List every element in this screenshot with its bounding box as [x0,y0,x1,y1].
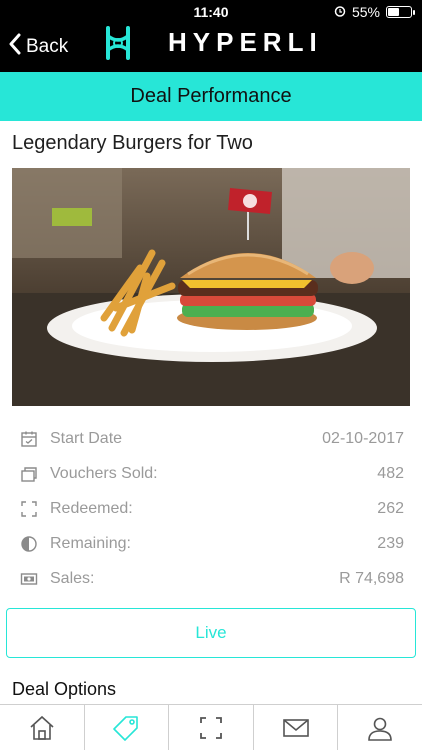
battery-percent: 55% [351,4,380,20]
back-button[interactable]: Back [8,33,68,61]
tab-profile[interactable] [337,705,422,750]
hyperli-logo-icon [100,24,136,62]
vouchers-icon [21,466,37,482]
page-banner: Deal Performance [0,72,422,121]
brand-name: HYPERLI [168,27,323,57]
stat-label: Remaining: [50,534,131,552]
pie-icon [21,535,37,552]
tab-bar [0,704,422,750]
stat-value: 02-10-2017 [322,429,404,447]
tag-icon [113,715,139,741]
tab-messages[interactable] [252,705,338,750]
home-icon [30,715,54,740]
deal-title: Legendary Burgers for Two [12,132,253,154]
status-right: 55% [334,4,415,20]
tab-deals[interactable] [83,705,169,750]
deal-image [12,168,410,406]
cash-icon [20,572,38,585]
stat-value: R 74,698 [339,569,404,587]
stat-start-date: Start Date 02-10-2017 [20,421,404,456]
stat-sales: Sales: R 74,698 [20,561,404,596]
stat-label: Sales: [50,569,95,587]
content: Legendary Burgers for Two Start Date 02-… [0,121,422,704]
stat-redeemed: Redeemed: 262 [20,491,404,526]
mail-icon [282,718,309,737]
stat-value: 239 [377,534,404,552]
live-status-button[interactable]: Live [6,608,416,658]
top-bar: 11:40 55% Back HYPERLI [0,0,422,72]
page-title: Deal Performance [130,85,292,107]
deal-options-heading: Deal Options [12,679,117,699]
stat-label: Start Date [50,429,123,447]
stat-value: 262 [377,499,404,517]
chevron-left-icon [8,33,22,61]
alarm-icon [334,4,346,20]
back-label: Back [26,36,69,57]
stat-value: 482 [377,464,404,482]
tab-scan[interactable] [168,705,253,750]
scan-icon [200,716,222,739]
stat-vouchers-sold: Vouchers Sold: 482 [20,456,404,491]
stat-label: Vouchers Sold: [50,464,158,482]
scan-frame-icon [21,500,37,517]
stat-label: Redeemed: [50,499,133,517]
battery-fill [388,8,399,16]
deal-performance-screen: 11:40 55% Back HYPERLI Deal Performance [0,0,422,750]
battery-icon [386,6,415,18]
calendar-icon [21,431,37,447]
tab-home[interactable] [0,705,84,750]
profile-icon [368,717,392,741]
stat-remaining: Remaining: 239 [20,526,404,561]
deal-stats: Start Date 02-10-2017 Vouchers Sold: 482… [20,421,404,596]
